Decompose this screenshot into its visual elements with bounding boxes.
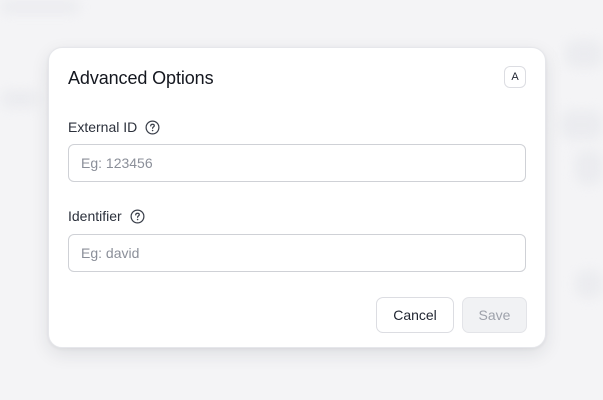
background-blur-shape	[560, 110, 603, 140]
save-button[interactable]: Save	[462, 297, 527, 333]
question-circle-icon[interactable]	[130, 209, 145, 224]
background-blur-shape	[575, 270, 603, 298]
dialog-title: Advanced Options	[68, 68, 214, 88]
external-id-input[interactable]	[68, 144, 526, 182]
identifier-label: Identifier	[68, 208, 122, 224]
question-circle-icon[interactable]	[145, 120, 160, 135]
background-blur-shape	[565, 40, 603, 68]
external-id-label: External ID	[68, 119, 138, 135]
advanced-options-dialog: Advanced Options A External ID Identifie…	[48, 47, 546, 348]
background-blur-shape	[0, 0, 80, 14]
external-id-label-row: External ID	[68, 118, 160, 136]
background-blur-shape	[575, 150, 603, 185]
identifier-input[interactable]	[68, 234, 526, 272]
keyboard-shortcut-badge: A	[504, 66, 526, 88]
cancel-button[interactable]: Cancel	[376, 297, 454, 333]
background-blur-shape	[0, 90, 40, 108]
identifier-label-row: Identifier	[68, 207, 145, 225]
